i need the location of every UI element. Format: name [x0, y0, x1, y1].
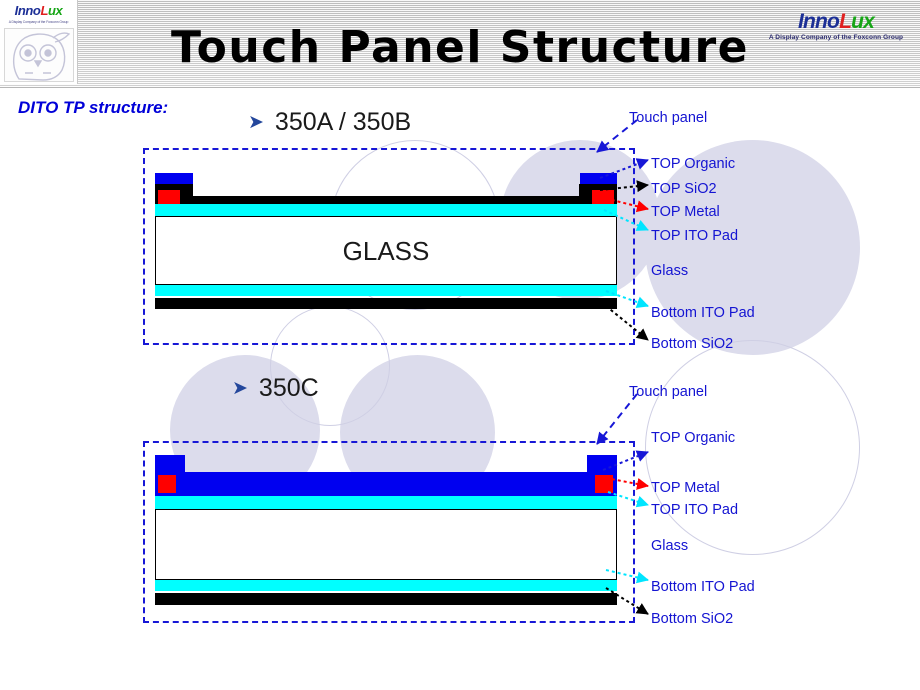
callout-top-ito-pad-2: TOP ITO Pad — [651, 502, 739, 518]
callout-top-metal-1: TOP Metal — [651, 204, 720, 220]
callout-touch-panel-2: Touch panel — [629, 384, 708, 400]
callout-top-sio2-1: TOP SiO2 — [651, 181, 717, 197]
callout-top-metal-2: TOP Metal — [651, 480, 720, 496]
layer-top-sio2-span — [155, 196, 617, 204]
bullet-350ab-label: 350A / 350B — [274, 108, 412, 136]
header-divider — [0, 87, 920, 88]
layer-bottom-sio2 — [155, 298, 617, 309]
bullet-arrow-icon: ➤ — [232, 378, 248, 399]
layer-top-metal-right — [595, 475, 613, 493]
layer-top-organic-cap-left — [155, 455, 185, 472]
layer-bottom-ito-pad — [155, 285, 617, 296]
bullet-350c: ➤ 350C — [232, 374, 319, 403]
layer-glass — [155, 509, 617, 580]
bullet-350c-label: 350C — [258, 374, 319, 402]
callout-glass-2: Glass — [651, 538, 689, 554]
layer-top-metal-left — [158, 475, 176, 493]
layer-top-metal-left — [158, 190, 180, 204]
stack-350ab: GLASS — [155, 173, 617, 309]
callout-glass-1: Glass — [651, 263, 689, 279]
callout-top-ito-pad-1: TOP ITO Pad — [651, 228, 739, 244]
logo-left-wordmark: Inno Lux — [14, 2, 63, 18]
layer-top-organic — [155, 472, 617, 496]
layer-glass: GLASS — [155, 216, 617, 285]
callout-bottom-sio2-2: Bottom SiO2 — [651, 611, 734, 627]
callout-bottom-ito-pad-1: Bottom ITO Pad — [651, 305, 755, 321]
layer-bottom-ito-pad — [155, 580, 617, 591]
callout-top-organic-1: TOP Organic — [651, 156, 736, 172]
page-title: Touch Panel Structure — [171, 22, 749, 73]
layer-top-ito-pad — [155, 204, 617, 216]
callout-bottom-sio2-1: Bottom SiO2 — [651, 336, 734, 352]
layer-top-organic-left — [155, 173, 193, 184]
stack-350c — [155, 455, 617, 605]
callout-touch-panel-1: Touch panel — [629, 110, 708, 126]
bullet-350ab: ➤ 350A / 350B — [248, 108, 411, 137]
leader-touch-panel-2 — [596, 393, 638, 445]
callout-bottom-ito-pad-2: Bottom ITO Pad — [651, 579, 755, 595]
layer-top-metal-right — [592, 190, 614, 204]
callout-top-organic-2: TOP Organic — [651, 430, 736, 446]
glass-label: GLASS — [342, 236, 430, 266]
layer-top-ito-pad — [155, 496, 617, 509]
decor-circle — [645, 140, 860, 355]
layer-top-organic-cap-right — [587, 455, 617, 472]
decor-circle — [645, 340, 860, 555]
layer-top-organic-right — [580, 173, 617, 184]
section-caption: DITO TP structure: — [18, 98, 169, 117]
layer-bottom-sio2 — [155, 593, 617, 605]
bullet-arrow-icon: ➤ — [248, 112, 264, 133]
